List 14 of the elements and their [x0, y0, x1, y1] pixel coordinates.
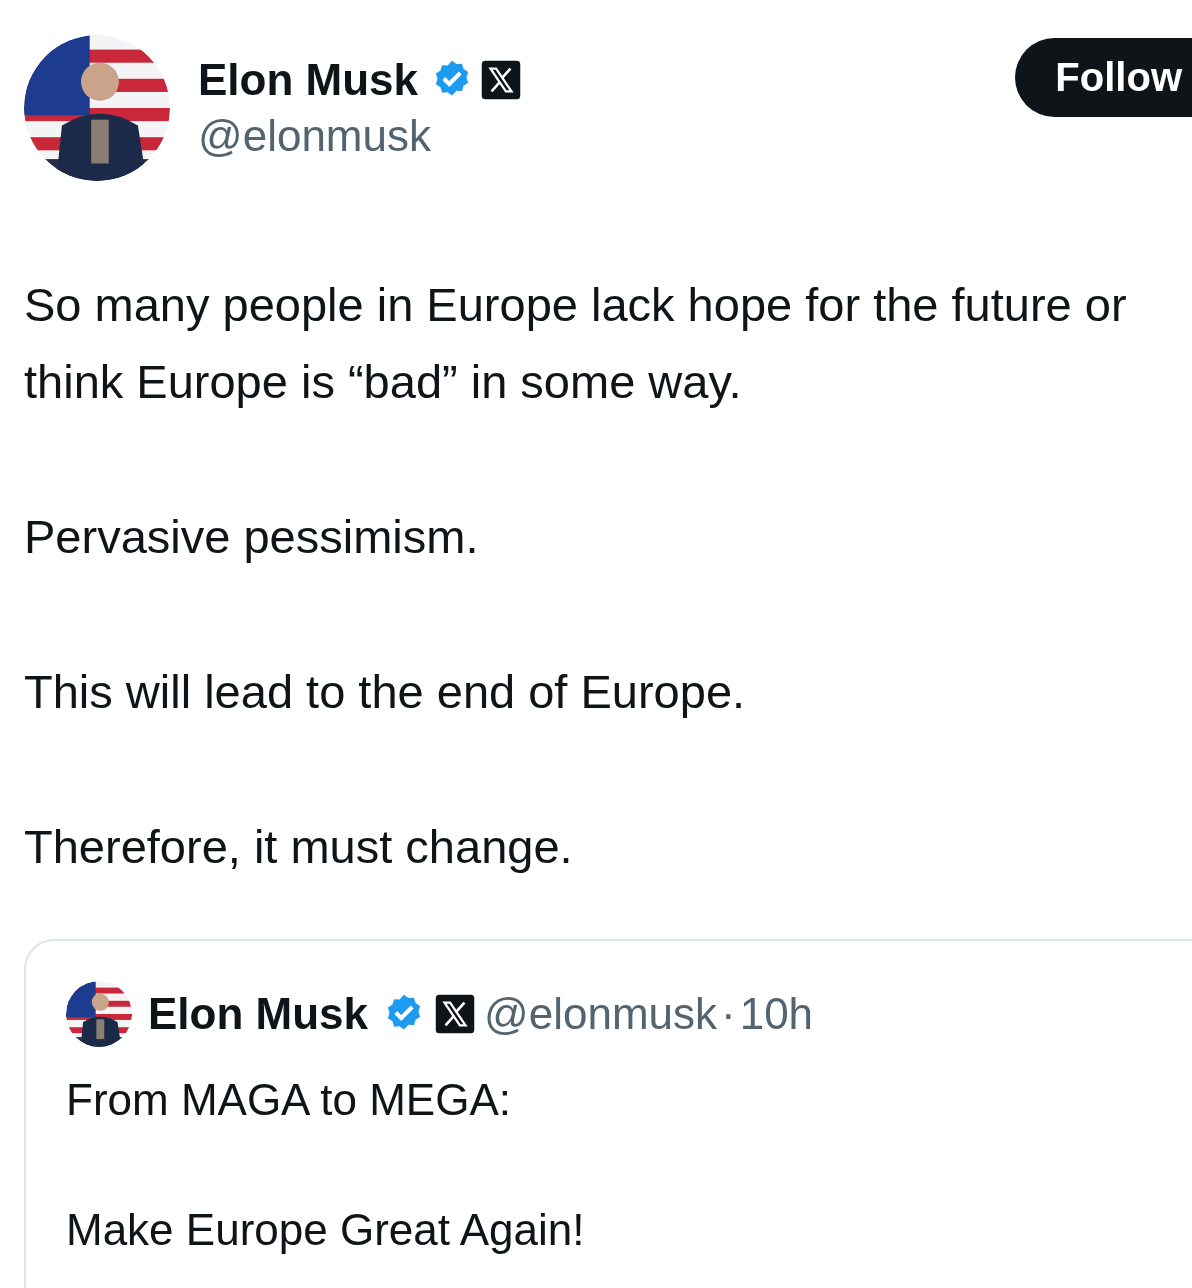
author-name: Elon Musk	[148, 989, 369, 1039]
quoted-post-text: Make Europe Great Again!	[66, 1204, 586, 1256]
post-text: Pervasive pessimism.	[24, 509, 480, 565]
post-text: So many people in Europe lack hope for the future or think Europe is “bad” in some way.	[24, 277, 1128, 410]
author-name[interactable]: Elon Musk	[198, 53, 419, 107]
author-handle[interactable]: @elonmusk	[198, 107, 523, 165]
author-handle: @elonmusk	[484, 989, 717, 1039]
post-text: This will lead to the end of Europe.	[24, 664, 747, 720]
follow-button[interactable]: Follow	[1015, 38, 1192, 117]
separator-dot: ·	[721, 989, 736, 1039]
post-text: Therefore, it must change.	[24, 819, 574, 875]
post-time: 10h	[739, 989, 814, 1039]
quoted-post-card[interactable]: Elon Musk @elonmusk·10h From MAGA to MEGA: Make Europe Great Again!	[24, 939, 1192, 1288]
quoted-post-text: From MAGA to MEGA:	[66, 1074, 512, 1126]
